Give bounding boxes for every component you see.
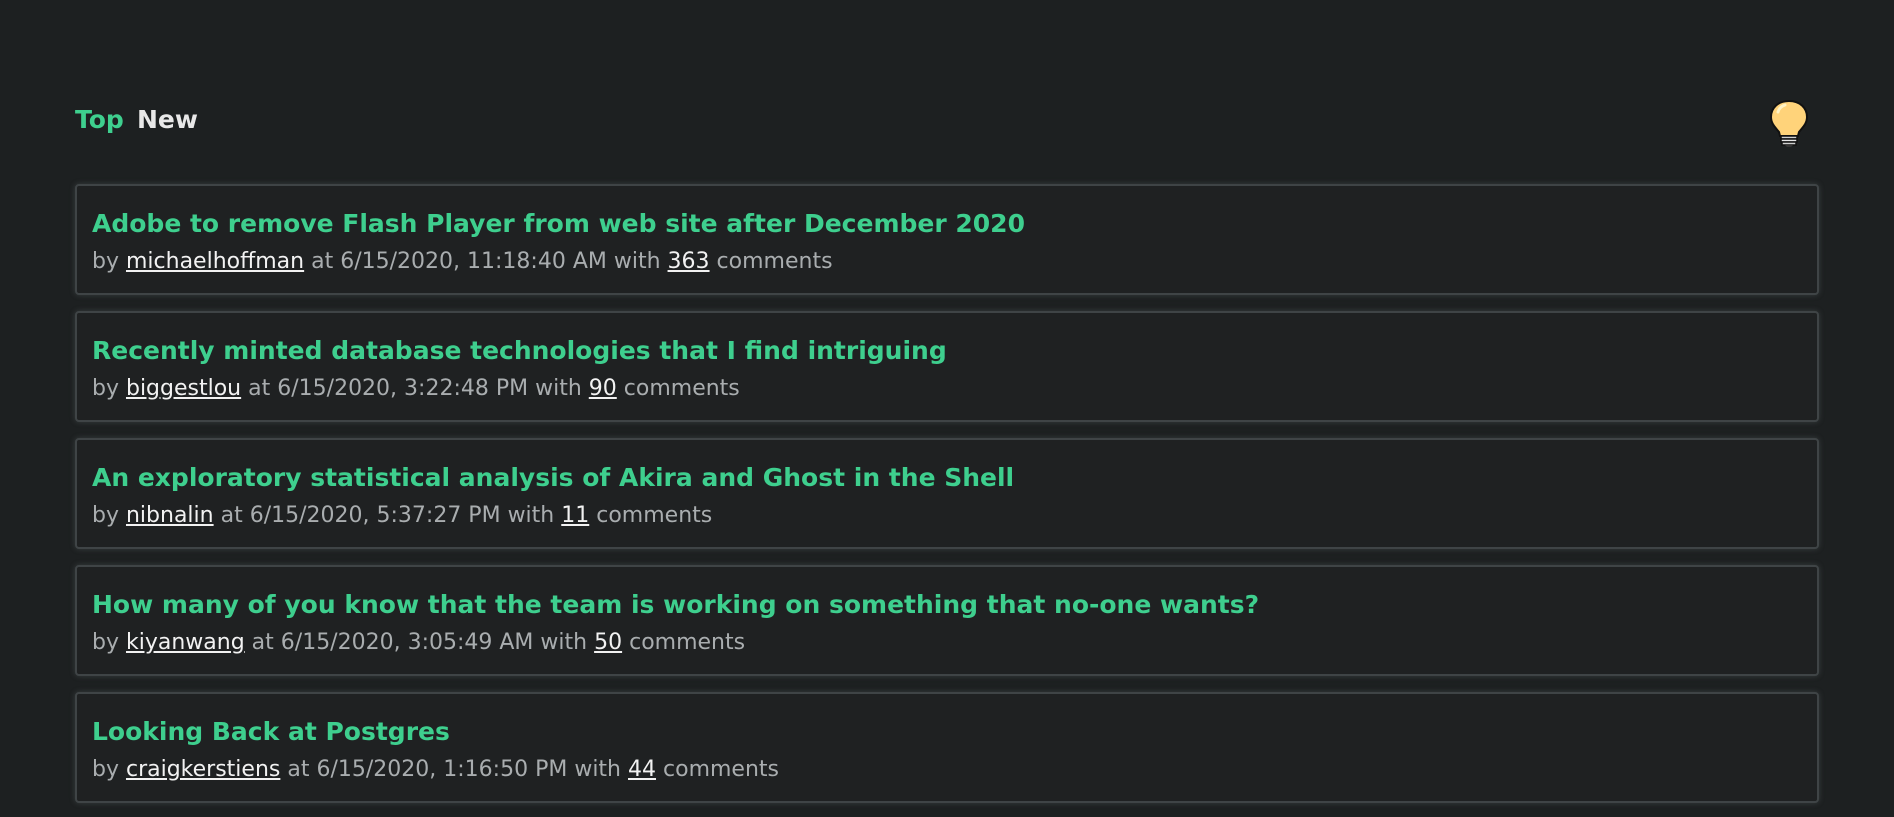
story-card: How many of you know that the team is wo…	[75, 565, 1819, 676]
story-list: Adobe to remove Flash Player from web si…	[75, 184, 1819, 817]
author-link[interactable]: michaelhoffman	[126, 249, 304, 274]
comments-count-link[interactable]: 50	[594, 630, 622, 655]
at-label: at	[311, 249, 334, 274]
story-title[interactable]: How many of you know that the team is wo…	[92, 589, 1817, 621]
story-time: 6/15/2020, 5:37:27 PM	[249, 503, 501, 528]
story-title[interactable]: An exploratory statistical analysis of A…	[92, 462, 1817, 494]
story-meta: by michaelhoffman at 6/15/2020, 11:18:40…	[92, 248, 1817, 276]
author-link[interactable]: nibnalin	[126, 503, 214, 528]
comments-count-link[interactable]: 11	[561, 503, 589, 528]
story-time: 6/15/2020, 3:22:48 PM	[277, 376, 529, 401]
story-time: 6/15/2020, 11:18:40 AM	[340, 249, 607, 274]
with-label: with	[613, 249, 661, 274]
author-link[interactable]: craigkerstiens	[126, 757, 280, 782]
by-label: by	[92, 630, 119, 655]
story-title[interactable]: Adobe to remove Flash Player from web si…	[92, 208, 1817, 240]
top-navigation: Top New	[75, 98, 1819, 147]
with-label: with	[540, 630, 588, 655]
tab-top[interactable]: Top	[75, 105, 124, 135]
author-link[interactable]: biggestlou	[126, 376, 241, 401]
story-card: An exploratory statistical analysis of A…	[75, 438, 1819, 549]
by-label: by	[92, 503, 119, 528]
at-label: at	[220, 503, 243, 528]
story-card: Recently minted database technologies th…	[75, 311, 1819, 422]
at-label: at	[248, 376, 271, 401]
tab-new[interactable]: New	[137, 105, 198, 135]
story-title[interactable]: Recently minted database technologies th…	[92, 335, 1817, 367]
comments-count-link[interactable]: 44	[628, 757, 656, 782]
comments-label: comments	[623, 376, 740, 401]
comments-label: comments	[716, 249, 833, 274]
by-label: by	[92, 757, 119, 782]
page: Top New Adobe to remove Flash Player fro…	[0, 0, 1894, 817]
with-label: with	[574, 757, 622, 782]
story-meta: by nibnalin at 6/15/2020, 5:37:27 PM wit…	[92, 502, 1817, 530]
with-label: with	[535, 376, 582, 401]
lightbulb-icon[interactable]	[1767, 98, 1811, 148]
story-time: 6/15/2020, 3:05:49 AM	[280, 630, 534, 655]
by-label: by	[92, 249, 119, 274]
by-label: by	[92, 376, 119, 401]
author-link[interactable]: kiyanwang	[126, 630, 245, 655]
story-time: 6/15/2020, 1:16:50 PM	[316, 757, 568, 782]
at-label: at	[287, 757, 310, 782]
story-meta: by kiyanwang at 6/15/2020, 3:05:49 AM wi…	[92, 629, 1817, 657]
story-meta: by biggestlou at 6/15/2020, 3:22:48 PM w…	[92, 375, 1817, 403]
story-meta: by craigkerstiens at 6/15/2020, 1:16:50 …	[92, 756, 1817, 784]
story-title[interactable]: Looking Back at Postgres	[92, 716, 1817, 748]
story-card: Looking Back at Postgres by craigkerstie…	[75, 692, 1819, 803]
story-card: Adobe to remove Flash Player from web si…	[75, 184, 1819, 295]
comments-label: comments	[629, 630, 746, 655]
with-label: with	[507, 503, 555, 528]
at-label: at	[251, 630, 274, 655]
comments-label: comments	[596, 503, 713, 528]
comments-count-link[interactable]: 363	[668, 249, 710, 274]
comments-label: comments	[663, 757, 779, 782]
comments-count-link[interactable]: 90	[589, 376, 617, 401]
